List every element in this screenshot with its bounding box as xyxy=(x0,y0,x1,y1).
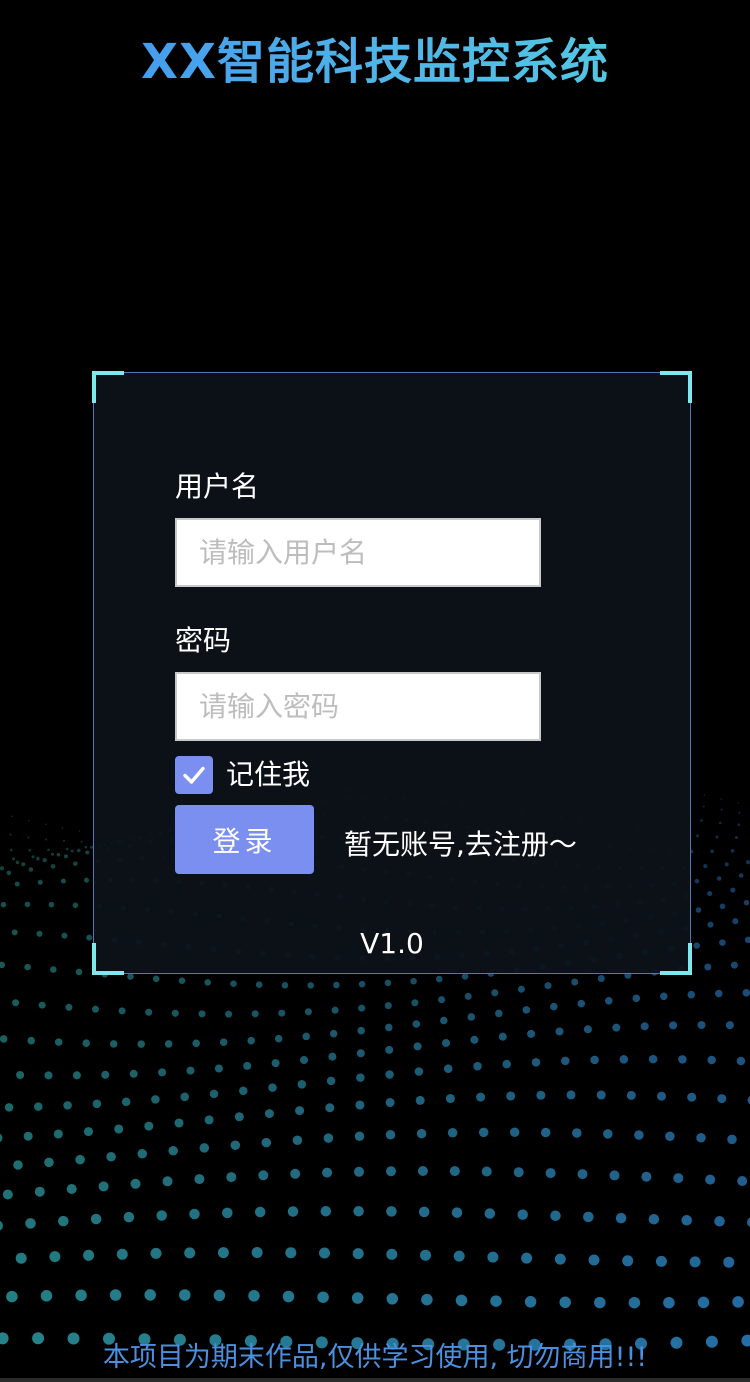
footer-disclaimer: 本项目为期末作品,仅供学习使用, 切勿商用!!! xyxy=(102,1342,648,1373)
version-label: V1.0 xyxy=(360,927,424,960)
login-button[interactable]: 登录 xyxy=(175,805,314,874)
remember-me-checkbox[interactable]: 记住我 xyxy=(175,756,310,794)
remember-me-label: 记住我 xyxy=(226,758,311,791)
checkmark-icon xyxy=(183,766,205,784)
remember-checkbox-box[interactable] xyxy=(175,756,213,794)
panel-corner-top-left xyxy=(92,371,124,403)
username-input[interactable] xyxy=(175,518,541,587)
password-input[interactable] xyxy=(175,672,541,741)
username-label: 用户名 xyxy=(175,470,260,503)
register-link[interactable]: 暂无账号,去注册～ xyxy=(344,827,577,863)
bottom-scroll-bar xyxy=(0,1378,750,1382)
password-label: 密码 xyxy=(175,624,232,657)
login-panel: 用户名 密码 记住我 登录 暂无账号,去注册～ V1.0 xyxy=(92,371,692,975)
app-title: XX智能科技监控系统 xyxy=(0,30,750,94)
login-page: XX智能科技监控系统 用户名 密码 记住我 登录 暂无账号,去注册～ V1.0 … xyxy=(0,0,750,1382)
panel-corner-top-right xyxy=(660,371,692,403)
